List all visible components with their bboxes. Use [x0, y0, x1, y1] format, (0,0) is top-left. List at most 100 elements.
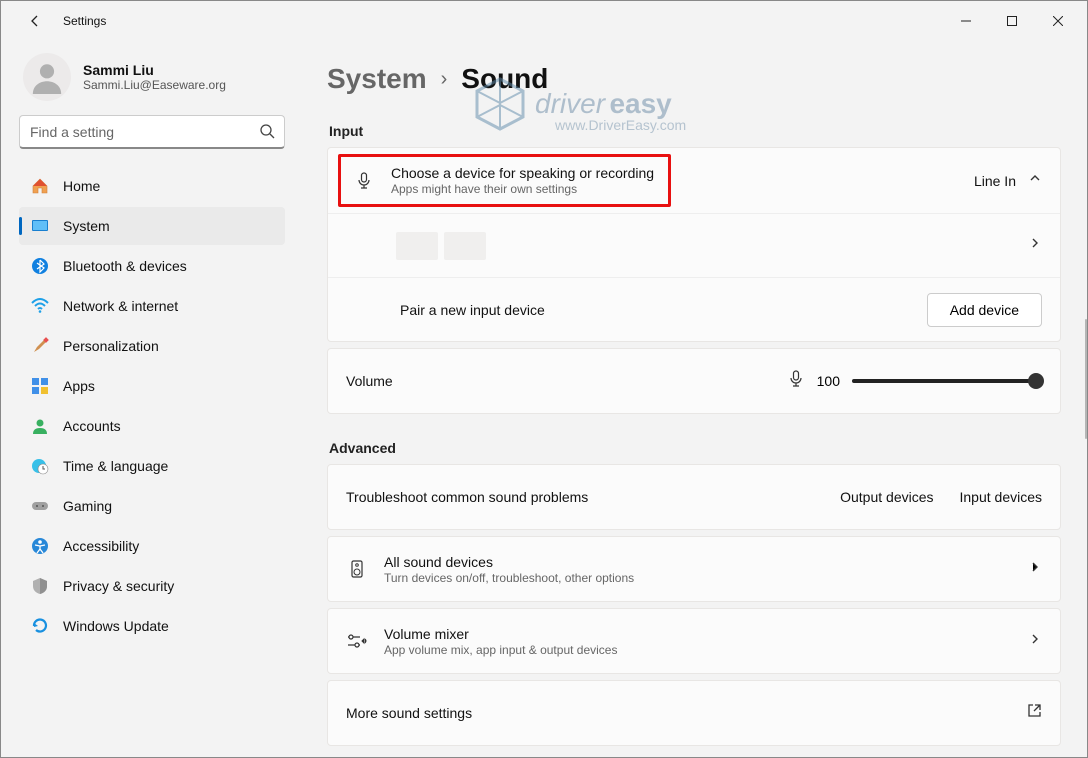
nav-bluetooth[interactable]: Bluetooth & devices — [19, 247, 285, 285]
home-icon — [31, 177, 49, 195]
nav-gaming[interactable]: Gaming — [19, 487, 285, 525]
annotation-highlight: Choose a device for speaking or recordin… — [338, 154, 671, 207]
nav-personalization[interactable]: Personalization — [19, 327, 285, 365]
close-button[interactable] — [1035, 1, 1081, 41]
globe-clock-icon — [31, 457, 49, 475]
nav-system[interactable]: System — [19, 207, 285, 245]
pair-device-title: Pair a new input device — [400, 302, 911, 318]
nav-label: System — [63, 218, 110, 234]
titlebar: Settings — [1, 1, 1087, 41]
input-device-item[interactable] — [328, 213, 1060, 277]
volume-value: 100 — [817, 373, 840, 389]
breadcrumb: System › Sound — [327, 63, 1061, 95]
nav-accessibility[interactable]: Accessibility — [19, 527, 285, 565]
window-controls — [943, 1, 1081, 41]
nav-network[interactable]: Network & internet — [19, 287, 285, 325]
all-devices-sub: Turn devices on/off, troubleshoot, other… — [384, 571, 1012, 585]
section-advanced-heading: Advanced — [329, 440, 1061, 456]
nav-label: Network & internet — [63, 298, 178, 314]
nav-time[interactable]: Time & language — [19, 447, 285, 485]
nav-list: Home System Bluetooth & devices Network … — [19, 167, 285, 645]
input-devices-button[interactable]: Input devices — [960, 489, 1043, 505]
breadcrumb-current: Sound — [461, 63, 548, 95]
close-icon — [1053, 16, 1063, 26]
choose-device-row[interactable]: Choose a device for speaking or recordin… — [328, 148, 1060, 213]
search-wrap — [19, 115, 285, 149]
more-settings-title: More sound settings — [346, 705, 1011, 721]
troubleshoot-row: Troubleshoot common sound problems Outpu… — [328, 465, 1060, 529]
apps-icon — [31, 377, 49, 395]
volume-label: Volume — [346, 373, 393, 389]
minimize-button[interactable] — [943, 1, 989, 41]
nav-label: Accounts — [63, 418, 121, 434]
chevron-right-icon: › — [441, 68, 448, 91]
choose-device-value: Line In — [974, 173, 1016, 189]
search-input[interactable] — [19, 115, 285, 149]
all-sound-devices-card[interactable]: All sound devices Turn devices on/off, t… — [327, 536, 1061, 602]
maximize-icon — [1007, 16, 1017, 26]
person-icon — [31, 417, 49, 435]
choose-device-title: Choose a device for speaking or recordin… — [391, 165, 654, 181]
scrollbar[interactable] — [1085, 319, 1087, 439]
wifi-icon — [31, 297, 49, 315]
nav-apps[interactable]: Apps — [19, 367, 285, 405]
nav-update[interactable]: Windows Update — [19, 607, 285, 645]
nav-privacy[interactable]: Privacy & security — [19, 567, 285, 605]
shield-icon — [31, 577, 49, 595]
microphone-icon — [353, 172, 375, 190]
add-device-button[interactable]: Add device — [927, 293, 1042, 327]
brush-icon — [31, 337, 49, 355]
pair-device-row: Pair a new input device Add device — [328, 277, 1060, 341]
arrow-left-icon — [27, 13, 43, 29]
profile-block[interactable]: Sammi Liu Sammi.Liu@Easeware.org — [19, 47, 285, 115]
breadcrumb-parent[interactable]: System — [327, 63, 427, 95]
more-sound-settings-card[interactable]: More sound settings — [327, 680, 1061, 746]
troubleshoot-card: Troubleshoot common sound problems Outpu… — [327, 464, 1061, 530]
nav-label: Time & language — [63, 458, 168, 474]
mixer-icon — [346, 632, 368, 650]
avatar — [23, 53, 71, 101]
troubleshoot-title: Troubleshoot common sound problems — [346, 489, 824, 505]
microphone-icon[interactable] — [787, 370, 805, 393]
accessibility-icon — [31, 537, 49, 555]
nav-label: Gaming — [63, 498, 112, 514]
redacted-device — [346, 232, 486, 260]
volume-slider[interactable] — [852, 379, 1042, 383]
nav-label: Personalization — [63, 338, 159, 354]
window-title: Settings — [63, 14, 106, 28]
mixer-title: Volume mixer — [384, 626, 1012, 642]
nav-home[interactable]: Home — [19, 167, 285, 205]
nav-accounts[interactable]: Accounts — [19, 407, 285, 445]
nav-label: Bluetooth & devices — [63, 258, 187, 274]
volume-mixer-card[interactable]: Volume mixer App volume mix, app input &… — [327, 608, 1061, 674]
volume-row: Volume 100 — [328, 349, 1060, 413]
nav-label: Privacy & security — [63, 578, 174, 594]
speaker-device-icon — [346, 560, 368, 578]
minimize-icon — [961, 16, 971, 26]
input-card: Choose a device for speaking or recordin… — [327, 147, 1061, 342]
choose-device-sub: Apps might have their own settings — [391, 182, 654, 196]
bluetooth-icon — [31, 257, 49, 275]
maximize-button[interactable] — [989, 1, 1035, 41]
nav-label: Home — [63, 178, 100, 194]
profile-name: Sammi Liu — [83, 62, 226, 78]
system-icon — [31, 217, 49, 235]
volume-card: Volume 100 — [327, 348, 1061, 414]
sidebar: Sammi Liu Sammi.Liu@Easeware.org Home Sy… — [1, 41, 301, 757]
gamepad-icon — [31, 497, 49, 515]
chevron-right-icon — [1028, 632, 1042, 651]
chevron-up-icon — [1028, 171, 1042, 190]
external-link-icon — [1027, 703, 1042, 723]
chevron-right-icon — [1028, 236, 1042, 255]
nav-label: Accessibility — [63, 538, 139, 554]
output-devices-button[interactable]: Output devices — [840, 489, 933, 505]
profile-email: Sammi.Liu@Easeware.org — [83, 78, 226, 92]
update-icon — [31, 617, 49, 635]
back-button[interactable] — [17, 3, 53, 39]
section-input-heading: Input — [329, 123, 1061, 139]
all-devices-title: All sound devices — [384, 554, 1012, 570]
mixer-sub: App volume mix, app input & output devic… — [384, 643, 1012, 657]
nav-label: Windows Update — [63, 618, 169, 634]
content-area: System › Sound Input Choose a device for… — [301, 41, 1087, 757]
slider-thumb[interactable] — [1028, 373, 1044, 389]
